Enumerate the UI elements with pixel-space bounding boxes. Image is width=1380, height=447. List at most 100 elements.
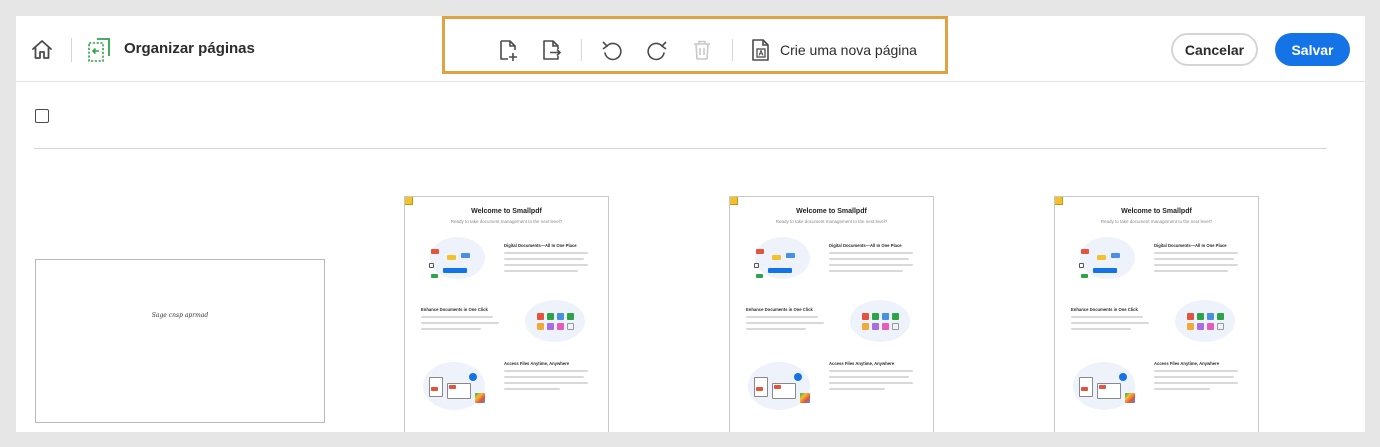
text-line	[746, 328, 806, 330]
create-new-page-button[interactable]: Crie uma nova página	[750, 36, 917, 64]
illustration	[475, 393, 485, 403]
illustration	[449, 385, 456, 389]
select-all-checkbox[interactable]	[35, 109, 49, 123]
toolbar-divider	[581, 39, 582, 61]
illustration	[882, 313, 889, 320]
text-line	[504, 252, 588, 254]
illustration	[1119, 373, 1127, 381]
illustration	[862, 313, 869, 320]
page-toolbar: Crie uma nova página	[442, 16, 948, 74]
illustration	[892, 313, 899, 320]
page-thumbnail-3[interactable]: Welcome to Smallpdf Ready to take docume…	[729, 196, 934, 432]
top-bar: Organizar páginas Crie uma nova página C…	[16, 16, 1365, 82]
thumbnail-subtitle: Ready to take document management to the…	[450, 219, 563, 224]
thumbnail-subtitle: Ready to take document management to the…	[1100, 219, 1213, 224]
section-heading: Enhance Documents in One Click	[1071, 307, 1138, 312]
illustration	[756, 249, 764, 254]
illustration	[537, 313, 544, 320]
thumbnail-title: Welcome to Smallpdf	[796, 208, 867, 215]
text-line	[1154, 258, 1234, 260]
section-heading: Access Files Anytime, Anywhere	[829, 361, 895, 366]
text-line	[1154, 264, 1238, 266]
text-line	[1154, 370, 1238, 372]
illustration	[1093, 268, 1117, 273]
signature-text: Sage cnsp aprmad	[151, 312, 209, 319]
text-line	[829, 388, 885, 390]
text-line	[504, 388, 560, 390]
page-badge	[1055, 197, 1063, 205]
text-line	[504, 264, 588, 266]
text-line	[1154, 252, 1238, 254]
text-line	[1071, 316, 1143, 318]
illustration	[431, 387, 438, 391]
illustration	[537, 323, 544, 330]
page-thumbnail-2[interactable]: Welcome to Smallpdf Ready to take docume…	[404, 196, 609, 432]
text-line	[829, 382, 913, 384]
rotate-right-icon[interactable]	[645, 38, 669, 62]
rotate-left-icon[interactable]	[600, 38, 624, 62]
illustration	[892, 323, 899, 330]
section-heading: Access Files Anytime, Anywhere	[1154, 361, 1220, 366]
illustration	[567, 323, 574, 330]
text-line	[829, 376, 909, 378]
illustration	[431, 274, 438, 278]
divider	[71, 38, 72, 62]
text-line	[421, 322, 499, 324]
text-line	[829, 252, 913, 254]
illustration	[1097, 255, 1106, 260]
illustration	[1217, 313, 1224, 320]
illustration	[862, 323, 869, 330]
text-line	[829, 270, 903, 272]
section-heading: Access Files Anytime, Anywhere	[504, 361, 570, 366]
illustration	[469, 373, 477, 381]
cancel-button[interactable]: Cancelar	[1171, 33, 1258, 66]
page-badge	[730, 197, 738, 205]
text-line	[829, 264, 913, 266]
extract-page-icon[interactable]	[539, 38, 563, 62]
text-line	[746, 316, 818, 318]
illustration	[786, 253, 795, 258]
illustration	[756, 387, 763, 391]
illustration	[1081, 274, 1088, 278]
illustration	[447, 255, 456, 260]
illustration	[882, 323, 889, 330]
illustration	[772, 255, 781, 260]
text-line	[504, 370, 588, 372]
illustration	[1079, 263, 1084, 268]
home-icon[interactable]	[30, 38, 54, 62]
illustration	[756, 274, 763, 278]
illustration	[525, 300, 585, 342]
illustration	[1125, 393, 1135, 403]
illustration	[794, 373, 802, 381]
illustration	[1187, 313, 1194, 320]
page-thumbnail-4[interactable]: Welcome to Smallpdf Ready to take docume…	[1054, 196, 1259, 432]
section-heading: Digital Documents—All In One Place	[504, 243, 577, 248]
illustration	[443, 268, 467, 273]
thumbnail-title: Welcome to Smallpdf	[471, 208, 542, 215]
illustration	[1217, 323, 1224, 330]
illustration	[1197, 323, 1204, 330]
trash-icon[interactable]	[690, 38, 714, 62]
text-line	[746, 322, 824, 324]
section-heading: Enhance Documents in One Click	[746, 307, 813, 312]
organize-pages-icon	[88, 38, 110, 62]
illustration	[1207, 323, 1214, 330]
insert-page-icon[interactable]	[496, 38, 520, 62]
text-line	[1071, 322, 1149, 324]
illustration	[547, 323, 554, 330]
section-heading: Digital Documents—All In One Place	[1154, 243, 1227, 248]
illustration	[431, 249, 439, 254]
illustration	[768, 268, 792, 273]
page-thumbnail-1[interactable]: Sage cnsp aprmad	[35, 259, 325, 423]
illustration	[800, 393, 810, 403]
page-badge	[405, 197, 413, 205]
text-line	[421, 328, 481, 330]
illustration	[429, 263, 434, 268]
text-line	[504, 258, 584, 260]
illustration	[850, 300, 910, 342]
save-button[interactable]: Salvar	[1275, 33, 1350, 66]
text-line	[829, 258, 909, 260]
text-line	[1154, 376, 1234, 378]
text-line	[1154, 382, 1238, 384]
illustration	[872, 323, 879, 330]
